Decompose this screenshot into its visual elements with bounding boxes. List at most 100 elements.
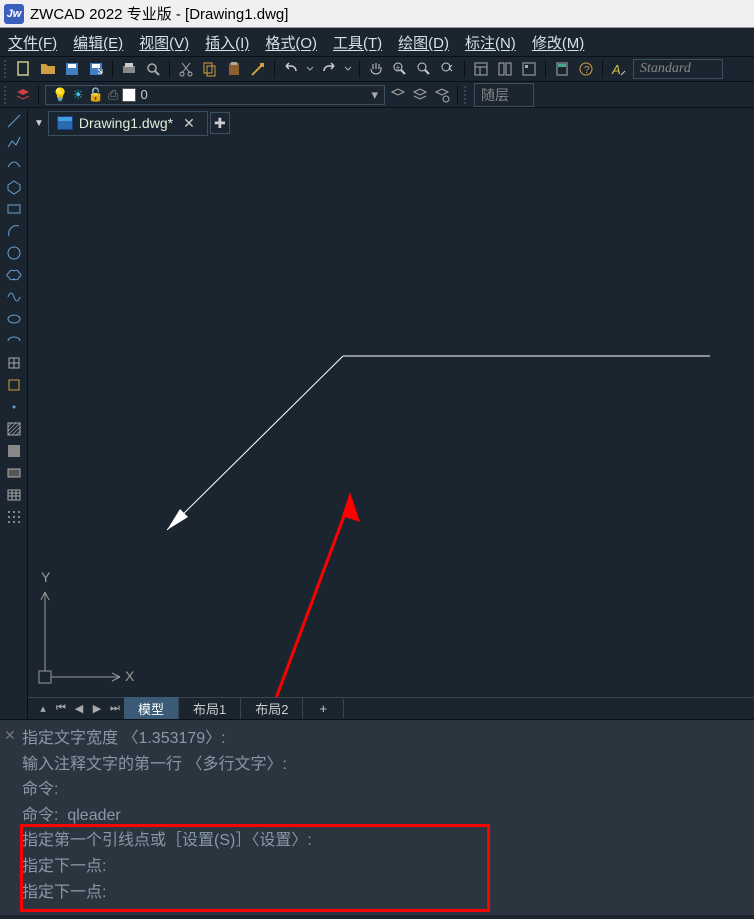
text-style-select[interactable]: Standard [633,59,723,79]
arc-icon[interactable] [3,222,25,240]
tab-dropdown-icon[interactable]: ▼ [32,118,46,129]
circle-icon[interactable] [3,244,25,262]
layout-next-icon[interactable]: ▶ [88,700,106,718]
table-icon[interactable] [3,486,25,504]
block-insert-icon[interactable] [3,354,25,372]
rect-icon[interactable] [3,200,25,218]
new-tab-button[interactable]: ✚ [210,112,230,134]
layout-prev-icon[interactable]: ◀ [70,700,88,718]
line-icon[interactable] [3,112,25,130]
menu-tools[interactable]: 工具(T) [333,32,382,53]
command-window[interactable]: ✕ 指定文字宽度 〈1.353179〉: 输入注释文字的第一行 〈多行文字〉: … [0,719,754,915]
menu-file[interactable]: 文件(F) [8,32,57,53]
layer-walk-icon[interactable] [433,86,451,104]
layer-name: 0 [140,87,147,102]
redo-dropdown-icon[interactable] [343,60,353,78]
paste-icon[interactable] [224,60,244,78]
layer-state-icon[interactable] [411,86,429,104]
copy-icon[interactable] [200,60,220,78]
preview-icon[interactable] [143,60,163,78]
menu-view[interactable]: 视图(V) [139,32,189,53]
layout-menu-icon[interactable]: ▴ [34,700,52,718]
point-icon[interactable] [3,398,25,416]
spline-icon[interactable] [3,288,25,306]
hatch-icon[interactable] [3,420,25,438]
print-icon: ⎙ [108,87,118,103]
menu-insert[interactable]: 插入(I) [205,32,249,53]
layer-select[interactable]: 💡 ☀ 🔓 ⎙ 0 ▾ [45,85,385,105]
sun-icon: ☀ [72,87,84,103]
layer-mgr-icon[interactable] [14,86,32,104]
cmd-line: 指定下一点: [12,880,742,906]
print-icon[interactable] [119,60,139,78]
layout-tab-add[interactable]: + [303,699,344,718]
saveas-icon[interactable] [86,60,106,78]
polyline-icon[interactable] [3,134,25,152]
toolbar-standard: ± ? A Standard [0,56,754,82]
layout-tabs: ▴ ⏮ ◀ ▶ ⏭ 模型 布局1 布局2 + [28,697,754,719]
title-bar: Jw ZWCAD 2022 专业版 - [Drawing1.dwg] [0,0,754,28]
new-icon[interactable] [14,60,34,78]
layout-first-icon[interactable]: ⏮ [52,700,70,718]
svg-text:A: A [611,62,621,77]
main-area: ▼ Drawing1.dwg* ✕ ✚ [0,108,754,719]
undo-icon[interactable] [281,60,301,78]
window-title: ZWCAD 2022 专业版 - [Drawing1.dwg] [30,3,288,24]
toolbar-grip[interactable] [4,60,10,78]
arc-poly-icon[interactable] [3,156,25,174]
cut-icon[interactable] [176,60,196,78]
open-icon[interactable] [38,60,58,78]
layout-tab-model[interactable]: 模型 [124,697,179,720]
layout-tab-1[interactable]: 布局1 [179,697,241,720]
bylayer-select[interactable]: 随层 [474,83,534,107]
layout-last-icon[interactable]: ⏭ [106,700,124,718]
canvas-area: ▼ Drawing1.dwg* ✕ ✚ [28,108,754,719]
toolbar-grip[interactable] [464,86,470,104]
dc-icon[interactable] [495,60,515,78]
zoom-rt-icon[interactable]: ± [390,60,410,78]
menu-dim[interactable]: 标注(N) [465,32,516,53]
cmd-line: 指定文字宽度 〈1.353179〉: [12,726,742,752]
toolbar-grip[interactable] [4,86,10,104]
svg-text:±: ± [396,65,400,72]
polygon-icon[interactable] [3,178,25,196]
menu-edit[interactable]: 编辑(E) [73,32,123,53]
toolbar-layers: 💡 ☀ 🔓 ⎙ 0 ▾ 随层 [0,82,754,108]
block-make-icon[interactable] [3,376,25,394]
document-tab-active[interactable]: Drawing1.dwg* ✕ [48,111,208,136]
ellipse-arc-icon[interactable] [3,332,25,350]
zoom-win-icon[interactable] [414,60,434,78]
document-tabs: ▼ Drawing1.dwg* ✕ ✚ [28,108,754,138]
layer-prev-icon[interactable] [389,86,407,104]
region-icon[interactable] [3,464,25,482]
layout-tab-2[interactable]: 布局2 [241,697,303,720]
revcloud-icon[interactable] [3,266,25,284]
zoom-prev-icon[interactable] [438,60,458,78]
cmd-close-icon[interactable]: ✕ [4,724,16,746]
draw-toolbar [0,108,28,719]
save-icon[interactable] [62,60,82,78]
cmd-line: 指定第一个引线点或［设置(S)］〈设置〉: [12,828,742,854]
ucs-y-label: Y [41,569,51,585]
text-style-icon[interactable]: A [609,60,629,78]
grid-icon[interactable] [3,508,25,526]
pan-icon[interactable] [366,60,386,78]
menu-format[interactable]: 格式(O) [265,32,317,53]
cmd-line: 输入注释文字的第一行 〈多行文字〉: [12,752,742,778]
props-icon[interactable] [471,60,491,78]
svg-text:?: ? [584,65,590,76]
undo-dropdown-icon[interactable] [305,60,315,78]
calc-icon[interactable] [552,60,572,78]
tp-icon[interactable] [519,60,539,78]
drawing-canvas[interactable]: X Y [28,138,754,697]
color-swatch [122,88,136,102]
match-icon[interactable] [248,60,268,78]
gradient-icon[interactable] [3,442,25,460]
ellipse-icon[interactable] [3,310,25,328]
redo-icon[interactable] [319,60,339,78]
help-icon[interactable]: ? [576,60,596,78]
menu-modify[interactable]: 修改(M) [532,32,585,53]
menu-draw[interactable]: 绘图(D) [398,32,449,53]
tab-close-icon[interactable]: ✕ [179,115,199,132]
dropdown-icon: ▾ [371,87,378,103]
